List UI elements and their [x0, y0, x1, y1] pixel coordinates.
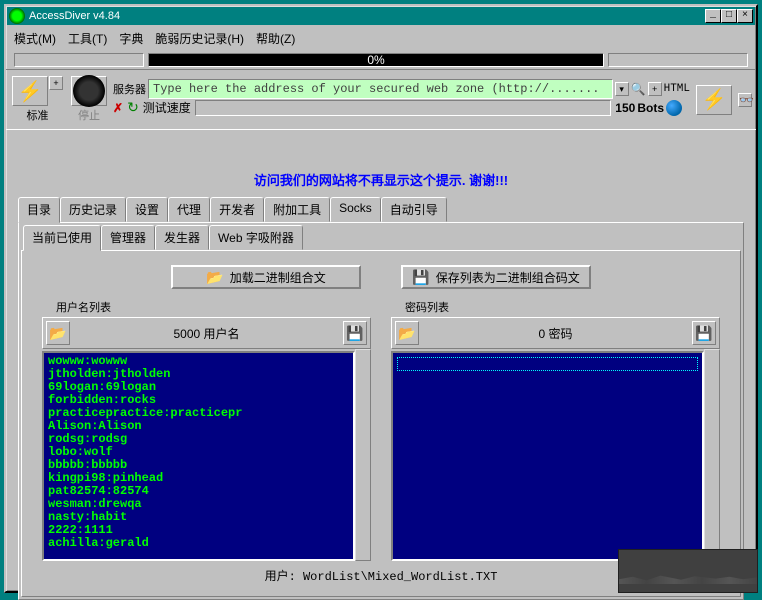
maximize-button[interactable]: □: [721, 9, 737, 23]
pass-list-panel: 密码列表 📂 0 密码 💾: [391, 297, 720, 561]
address-dropdown-button[interactable]: ▾: [615, 82, 629, 96]
html-plus-button[interactable]: +: [648, 82, 662, 96]
tab-settings[interactable]: 设置: [126, 197, 168, 222]
menubar: 模式(M) 工具(T) 字典 脆弱历史记录(H) 帮助(Z): [6, 26, 756, 51]
user-count-label: 用户名: [204, 327, 240, 341]
history-x-icon[interactable]: ✗: [113, 101, 123, 115]
menu-help[interactable]: 帮助(Z): [252, 28, 299, 49]
save-icon-3: 💾: [695, 325, 712, 342]
progress-right: [608, 53, 748, 67]
load-combo-label: 加载二进制组合文: [230, 269, 326, 286]
save-combo-button[interactable]: 💾 保存列表为二进制组合码文: [401, 265, 591, 289]
tab-dev[interactable]: 开发者: [210, 197, 264, 222]
pass-save-button[interactable]: 💾: [692, 321, 716, 345]
subtab-manager[interactable]: 管理器: [101, 225, 155, 250]
server-label: 服务器: [113, 81, 146, 97]
html-label: HTML: [664, 83, 690, 95]
sub-panel: 📂 加载二进制组合文 💾 保存列表为二进制组合码文 用户名列表 📂 5000 用…: [21, 250, 741, 597]
html-bolt-button[interactable]: ⚡: [696, 85, 732, 115]
pass-list-header: 密码列表: [391, 297, 720, 317]
refresh-icon[interactable]: ↻: [127, 99, 139, 116]
minimize-button[interactable]: _: [705, 9, 721, 23]
user-list-panel: 用户名列表 📂 5000 用户名 💾 wowww:wowww jtholden:…: [42, 297, 371, 561]
tab-auto[interactable]: 自动引导: [381, 197, 447, 222]
tab-proxy[interactable]: 代理: [168, 197, 210, 222]
main-window: AccessDiver v4.84 _ □ × 模式(M) 工具(T) 字典 脆…: [4, 4, 758, 593]
bots-value: 150: [615, 101, 635, 115]
main-panel: 当前已使用 管理器 发生器 Web 字吸附器 📂 加载二进制组合文 💾 保存列表…: [18, 222, 744, 600]
bots-label: Bots: [637, 101, 664, 115]
menu-mode[interactable]: 模式(M): [10, 28, 60, 49]
subtab-leecher[interactable]: Web 字吸附器: [209, 225, 303, 250]
user-list-content: wowww:wowww jtholden:jtholden 69logan:69…: [44, 353, 353, 552]
standard-plus-button[interactable]: +: [49, 76, 63, 90]
pass-open-button[interactable]: 📂: [395, 321, 419, 345]
load-combo-button[interactable]: 📂 加载二进制组合文: [171, 265, 361, 289]
folder-icon-3: 📂: [398, 325, 415, 342]
subtab-current[interactable]: 当前已使用: [23, 225, 101, 251]
progress-main: 0%: [148, 53, 604, 67]
tab-socks[interactable]: Socks: [330, 197, 381, 222]
folder-icon: 📂: [206, 269, 223, 286]
address-input[interactable]: [148, 79, 613, 99]
notice-text: 访问我们的网站将不再显示这个提示. 谢谢!!!: [6, 130, 756, 197]
menu-history[interactable]: 脆弱历史记录(H): [151, 28, 248, 49]
tab-addons[interactable]: 附加工具: [264, 197, 330, 222]
bolt-icon: ⚡: [18, 79, 43, 104]
pass-count: 0: [538, 327, 545, 341]
user-scrollbar[interactable]: [355, 349, 371, 561]
main-tabs: 目录 历史记录 设置 代理 开发者 附加工具 Socks 自动引导: [6, 197, 756, 222]
pass-count-label: 密码: [549, 327, 573, 341]
window-title: AccessDiver v4.84: [29, 10, 705, 22]
pass-list-box[interactable]: [391, 351, 704, 561]
speed-slider[interactable]: [195, 100, 611, 116]
subtab-generator[interactable]: 发生器: [155, 225, 209, 250]
user-open-button[interactable]: 📂: [46, 321, 70, 345]
hand-icon: [73, 75, 105, 107]
tab-directory[interactable]: 目录: [18, 197, 60, 223]
speed-label: 测试速度: [143, 99, 191, 116]
progress-left: [14, 53, 144, 67]
sub-tabs: 当前已使用 管理器 发生器 Web 字吸附器: [21, 225, 741, 250]
globe-icon: [666, 100, 682, 116]
stop-button[interactable]: [71, 76, 107, 106]
progress-row: 0%: [6, 51, 756, 69]
save-icon-2: 💾: [346, 325, 363, 342]
save-icon: 💾: [412, 269, 429, 286]
search-icon[interactable]: [631, 82, 646, 96]
goggles-button[interactable]: [738, 93, 752, 107]
menu-tools[interactable]: 工具(T): [64, 28, 111, 49]
close-button[interactable]: ×: [737, 9, 753, 23]
bottom-graph-thumb: [618, 549, 758, 593]
titlebar[interactable]: AccessDiver v4.84 _ □ ×: [7, 7, 755, 25]
user-count: 5000: [173, 327, 200, 341]
bolt-icon-2: ⚡: [702, 87, 727, 112]
stop-label: 停止: [78, 107, 100, 123]
user-list-header: 用户名列表: [42, 297, 371, 317]
user-list-box[interactable]: wowww:wowww jtholden:jtholden 69logan:69…: [42, 351, 355, 561]
pass-scrollbar[interactable]: [704, 349, 720, 561]
folder-icon-2: 📂: [49, 325, 66, 342]
app-icon: [9, 8, 25, 24]
menu-dict[interactable]: 字典: [115, 28, 147, 49]
toolbar: ⚡ + 标准 停止 服务器 ▾ + HTML ✗ ↻ 测试速度: [6, 69, 756, 130]
tab-history[interactable]: 历史记录: [60, 197, 126, 222]
save-combo-label: 保存列表为二进制组合码文: [436, 269, 580, 286]
user-save-button[interactable]: 💾: [343, 321, 367, 345]
standard-button[interactable]: ⚡: [12, 76, 48, 106]
standard-label: 标准: [27, 107, 49, 123]
